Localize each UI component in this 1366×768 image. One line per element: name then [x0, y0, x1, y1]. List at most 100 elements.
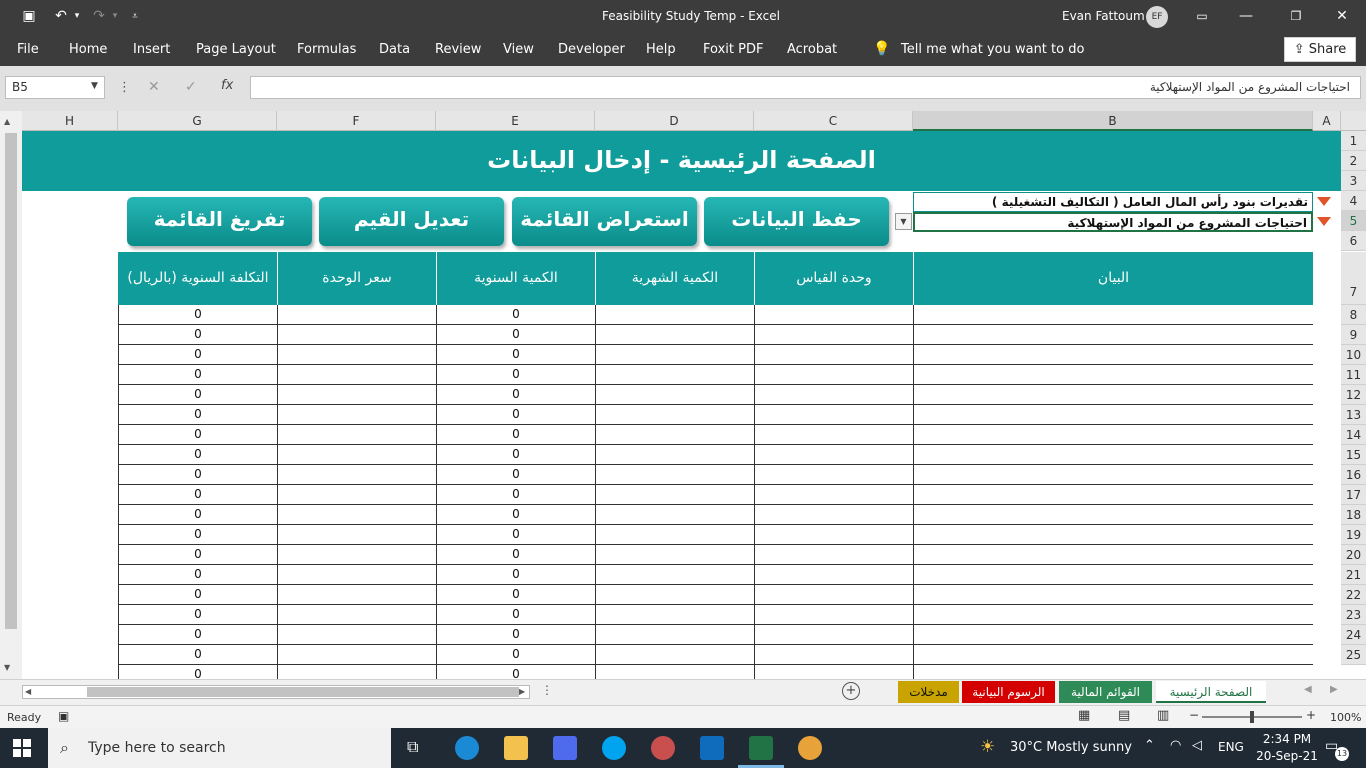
- page-break-view-icon[interactable]: ▥: [1157, 708, 1169, 723]
- task-view-icon[interactable]: ⧉: [407, 737, 418, 757]
- tab-foxit-pdf[interactable]: Foxit PDF: [703, 33, 763, 66]
- volume-icon[interactable]: ◁: [1192, 738, 1202, 753]
- table-cell[interactable]: [755, 625, 914, 645]
- table-cell[interactable]: 0: [119, 565, 278, 585]
- row-header[interactable]: 2: [1341, 151, 1366, 171]
- table-cell[interactable]: [914, 365, 1313, 385]
- tab-help[interactable]: Help: [646, 33, 676, 66]
- clock-date[interactable]: 20-Sep-21: [1252, 749, 1322, 763]
- row-header[interactable]: 5: [1341, 211, 1366, 231]
- table-cell[interactable]: [914, 545, 1313, 565]
- table-cell[interactable]: [596, 325, 755, 345]
- table-cell[interactable]: [914, 565, 1313, 585]
- table-cell[interactable]: [914, 465, 1313, 485]
- table-cell[interactable]: [755, 485, 914, 505]
- table-cell[interactable]: [596, 545, 755, 565]
- table-cell[interactable]: [278, 325, 437, 345]
- table-cell[interactable]: [755, 325, 914, 345]
- table-cell[interactable]: [755, 545, 914, 565]
- tab-acrobat[interactable]: Acrobat: [787, 33, 837, 66]
- table-cell[interactable]: 0: [437, 605, 596, 625]
- table-cell[interactable]: [914, 645, 1313, 665]
- table-cell[interactable]: 0: [437, 345, 596, 365]
- vertical-scrollbar[interactable]: ▲ ▼: [0, 111, 22, 679]
- table-cell[interactable]: [755, 605, 914, 625]
- row-header[interactable]: 8: [1341, 305, 1366, 325]
- scroll-down-icon[interactable]: ▼: [4, 663, 10, 672]
- vertical-scroll-thumb[interactable]: [5, 133, 17, 629]
- taskbar-search[interactable]: ⌕ Type here to search: [48, 728, 391, 768]
- horizontal-scrollbar[interactable]: ◀ ▶: [22, 685, 530, 699]
- formula-input[interactable]: احتياجات المشروع من المواد الإستهلاكية: [250, 76, 1361, 99]
- scroll-right-icon[interactable]: ▶: [519, 686, 525, 698]
- sheet-tab-charts[interactable]: الرسوم البيانية: [962, 681, 1055, 703]
- windows-start-icon[interactable]: [13, 739, 31, 757]
- table-cell[interactable]: 0: [437, 405, 596, 425]
- table-cell[interactable]: [596, 425, 755, 445]
- clear-list-button[interactable]: تفريغ القائمة: [127, 197, 312, 246]
- table-cell[interactable]: 0: [437, 485, 596, 505]
- zoom-slider-handle[interactable]: [1250, 711, 1254, 723]
- language-indicator[interactable]: ENG: [1218, 740, 1244, 754]
- zoom-out-icon[interactable]: −: [1189, 708, 1199, 722]
- table-cell[interactable]: [755, 365, 914, 385]
- table-cell[interactable]: 0: [119, 325, 278, 345]
- table-cell[interactable]: [755, 425, 914, 445]
- table-cell[interactable]: [914, 605, 1313, 625]
- row-header[interactable]: 17: [1341, 485, 1366, 505]
- undo-dropdown-icon[interactable]: ▾: [72, 0, 82, 33]
- category-dropdown[interactable]: تقديرات بنود رأس المال العامل ( التكاليف…: [913, 192, 1313, 212]
- tab-developer[interactable]: Developer: [558, 33, 625, 66]
- table-cell[interactable]: [278, 445, 437, 465]
- column-header-h[interactable]: H: [22, 111, 118, 131]
- user-name[interactable]: Evan Fattoum: [1062, 0, 1145, 33]
- normal-view-icon[interactable]: ▦: [1078, 708, 1090, 723]
- zoom-level[interactable]: 100%: [1330, 711, 1361, 724]
- outlook-icon[interactable]: [700, 736, 724, 760]
- table-cell[interactable]: [278, 605, 437, 625]
- table-cell[interactable]: [914, 665, 1313, 679]
- add-sheet-icon[interactable]: +: [842, 682, 860, 700]
- table-cell[interactable]: [278, 585, 437, 605]
- row-header[interactable]: 18: [1341, 505, 1366, 525]
- tab-page-layout[interactable]: Page Layout: [196, 33, 276, 66]
- table-cell[interactable]: 0: [119, 385, 278, 405]
- tell-me-search[interactable]: Tell me what you want to do: [901, 33, 1084, 66]
- sheet-tab-home[interactable]: الصفحة الرئيسية: [1156, 681, 1266, 703]
- column-header-a[interactable]: A: [1313, 111, 1341, 131]
- table-cell[interactable]: [596, 465, 755, 485]
- store-icon[interactable]: [553, 736, 577, 760]
- tab-home[interactable]: Home: [69, 33, 107, 66]
- row-header[interactable]: 10: [1341, 345, 1366, 365]
- table-cell[interactable]: [278, 365, 437, 385]
- column-header-g[interactable]: G: [118, 111, 277, 131]
- table-cell[interactable]: 0: [119, 445, 278, 465]
- excel-icon[interactable]: [749, 736, 773, 760]
- table-cell[interactable]: [596, 405, 755, 425]
- save-icon[interactable]: ▣: [18, 0, 40, 33]
- paint-icon[interactable]: [798, 736, 822, 760]
- row-header[interactable]: 25: [1341, 645, 1366, 665]
- row-header[interactable]: 23: [1341, 605, 1366, 625]
- weather-text[interactable]: 30°C Mostly sunny: [1010, 740, 1132, 755]
- table-cell[interactable]: [278, 425, 437, 445]
- tab-file[interactable]: File: [17, 33, 39, 66]
- save-data-button[interactable]: حفظ البيانات: [704, 197, 889, 246]
- table-cell[interactable]: [596, 445, 755, 465]
- table-cell[interactable]: [914, 445, 1313, 465]
- table-cell[interactable]: 0: [119, 525, 278, 545]
- table-cell[interactable]: [278, 525, 437, 545]
- row-header[interactable]: 24: [1341, 625, 1366, 645]
- table-cell[interactable]: [596, 485, 755, 505]
- table-cell[interactable]: [596, 565, 755, 585]
- table-cell[interactable]: [278, 565, 437, 585]
- table-cell[interactable]: 0: [437, 505, 596, 525]
- table-cell[interactable]: [755, 445, 914, 465]
- table-cell[interactable]: [278, 405, 437, 425]
- row-header[interactable]: 21: [1341, 565, 1366, 585]
- table-cell[interactable]: 0: [437, 565, 596, 585]
- table-cell[interactable]: [755, 665, 914, 679]
- table-cell[interactable]: 0: [437, 645, 596, 665]
- table-cell[interactable]: 0: [437, 445, 596, 465]
- tab-view[interactable]: View: [503, 33, 534, 66]
